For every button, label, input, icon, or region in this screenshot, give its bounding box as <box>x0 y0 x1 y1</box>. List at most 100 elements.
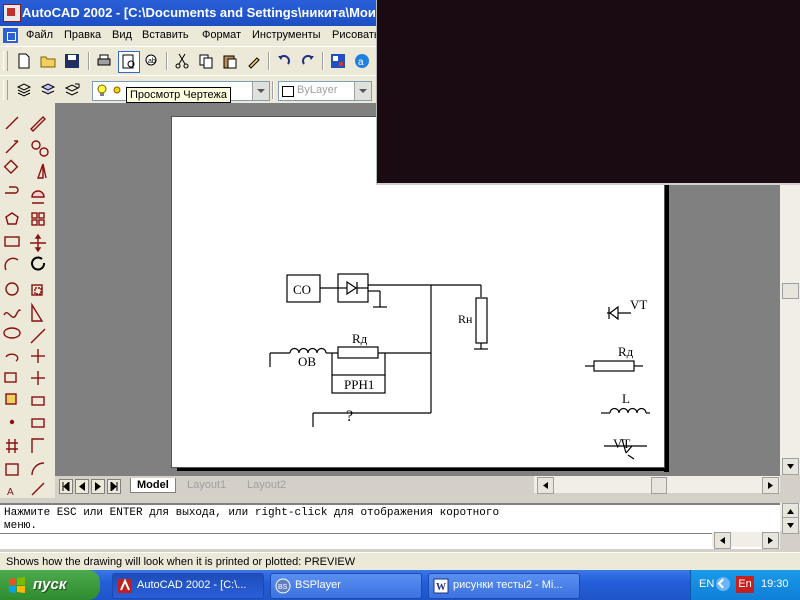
bsplayer-icon: BS <box>275 578 291 594</box>
taskbar-item-autocad[interactable]: AutoCAD 2002 - [C:\... <box>112 573 264 599</box>
scroll-thumb[interactable] <box>651 477 667 494</box>
sun-icon <box>111 84 123 99</box>
menu-tools[interactable]: Инструменты <box>252 29 321 41</box>
menu-draw[interactable]: Рисовать <box>332 29 380 41</box>
command-line[interactable]: Нажмите ESC или ENTER для выхода, или ri… <box>0 503 780 549</box>
next-tab-button[interactable] <box>91 479 105 494</box>
legend-vt-label: VT <box>630 297 647 312</box>
autocad-today-icon[interactable]: a <box>352 51 372 71</box>
color-combo[interactable]: ByLayer <box>278 81 372 101</box>
tab-layout1[interactable]: Layout1 <box>181 478 232 492</box>
rn-resistor <box>475 297 488 344</box>
last-tab-button[interactable] <box>107 479 121 494</box>
svg-text:a: a <box>358 57 364 68</box>
clock[interactable]: 19:30 <box>761 578 789 590</box>
standard-toolbar: ab a <box>0 46 376 76</box>
legend-vt2-label: VT <box>613 436 630 451</box>
save-icon[interactable] <box>62 51 82 71</box>
horizontal-scrollbar[interactable] <box>534 476 780 494</box>
window-title: AutoCAD 2002 - [C:\Documents and Setting… <box>22 5 376 20</box>
open-icon[interactable] <box>38 51 58 71</box>
scroll-left-button[interactable] <box>537 477 554 494</box>
media-player-window[interactable] <box>376 0 800 185</box>
toolbar-grip[interactable] <box>3 51 8 71</box>
windows-logo-icon <box>9 577 25 593</box>
system-tray: EN En 19:30 <box>690 570 800 600</box>
rd-label: Rд <box>352 331 368 346</box>
legend-l-label: L <box>622 391 630 406</box>
taskbar-item-bsplayer[interactable]: BS BSPlayer <box>270 573 422 599</box>
copy-icon[interactable] <box>196 51 216 71</box>
design-center-icon[interactable] <box>328 51 348 71</box>
print-icon[interactable] <box>94 51 114 71</box>
chevron-down-icon[interactable] <box>354 82 371 100</box>
legend-rd-label: Rд <box>618 344 634 359</box>
taskbar-item-label: AutoCAD 2002 - [C:\... <box>137 579 247 591</box>
scroll-thumb[interactable] <box>782 283 799 299</box>
menu-file[interactable]: Файл <box>26 29 53 41</box>
left-toolbar-icons: A <box>3 116 49 498</box>
menu-edit[interactable]: Правка <box>64 29 101 41</box>
chevron-down-icon[interactable] <box>252 82 269 100</box>
command-scrollbar[interactable] <box>780 503 800 534</box>
menu-format[interactable]: Формат <box>202 29 241 41</box>
print-preview-icon[interactable] <box>118 51 140 73</box>
scroll-down-button[interactable] <box>782 458 799 475</box>
language-indicator[interactable]: EN <box>699 578 714 590</box>
start-label: пуск <box>33 576 67 593</box>
command-history-line: меню. <box>4 520 38 532</box>
toolbar-grip[interactable] <box>3 80 8 100</box>
tab-layout2[interactable]: Layout2 <box>241 478 292 492</box>
first-tab-button[interactable] <box>59 479 73 494</box>
menu-bar: Файл Правка Вид Вставить Формат Инструме… <box>0 26 380 46</box>
paste-icon[interactable] <box>220 51 240 71</box>
layer-previous-icon[interactable] <box>62 80 82 100</box>
tab-model[interactable]: Model <box>130 478 176 493</box>
question-label: ? <box>346 408 353 425</box>
spell-check-icon[interactable]: ab <box>142 51 162 71</box>
autocad-app-icon[interactable] <box>3 4 21 22</box>
svg-text:BS: BS <box>278 584 288 591</box>
word-icon: W <box>433 578 449 594</box>
taskbar-item-label: рисунки тесты2 - Mi... <box>453 579 563 591</box>
command-horizontal-scrollbar[interactable] <box>712 532 780 549</box>
color-combo-value: ByLayer <box>297 84 338 96</box>
document-window-icon[interactable] <box>3 28 18 43</box>
new-icon[interactable] <box>14 51 34 71</box>
menu-view[interactable]: Вид <box>112 29 132 41</box>
svg-text:A: A <box>7 487 14 498</box>
rd-resistor <box>337 346 379 359</box>
autocad-icon <box>118 578 132 593</box>
co-label: CO <box>293 282 311 297</box>
cut-icon[interactable] <box>172 51 192 71</box>
tooltip: Просмотр Чертежа <box>126 87 232 103</box>
match-properties-icon[interactable] <box>244 51 264 71</box>
redo-icon[interactable] <box>298 51 318 71</box>
taskbar-item-word[interactable]: W рисунки тесты2 - Mi... <box>428 573 580 599</box>
taskbar-item-label: BSPlayer <box>295 579 341 591</box>
prev-tab-button[interactable] <box>75 479 89 494</box>
start-button[interactable]: пуск <box>0 570 100 600</box>
svg-text:W: W <box>436 582 446 593</box>
ob-inductor <box>289 347 327 354</box>
lightbulb-icon <box>97 84 107 101</box>
scroll-left-button[interactable] <box>714 532 731 549</box>
prn-label: PPH1 <box>344 377 374 392</box>
scroll-right-button[interactable] <box>762 532 779 549</box>
undo-icon[interactable] <box>274 51 294 71</box>
layers-icon[interactable] <box>14 80 34 100</box>
status-text: Shows how the drawing will look when it … <box>6 556 356 568</box>
title-bar[interactable]: AutoCAD 2002 - [C:\Documents and Setting… <box>0 0 376 26</box>
svg-text:ab: ab <box>148 58 156 65</box>
status-bar: Shows how the drawing will look when it … <box>0 552 800 571</box>
color-swatch-icon <box>282 86 294 97</box>
scroll-down-button[interactable] <box>782 517 799 534</box>
ob-label: OB <box>298 354 316 369</box>
command-history-line: Нажмите ESC или ENTER для выхода, или ri… <box>4 507 500 519</box>
rn-label: Rн <box>458 312 473 326</box>
keyboard-layout-badge[interactable]: En <box>736 576 754 593</box>
show-hidden-icons-icon[interactable] <box>716 577 730 591</box>
menu-insert[interactable]: Вставить <box>142 29 189 41</box>
scroll-right-button[interactable] <box>762 477 779 494</box>
make-layer-current-icon[interactable] <box>38 80 58 100</box>
